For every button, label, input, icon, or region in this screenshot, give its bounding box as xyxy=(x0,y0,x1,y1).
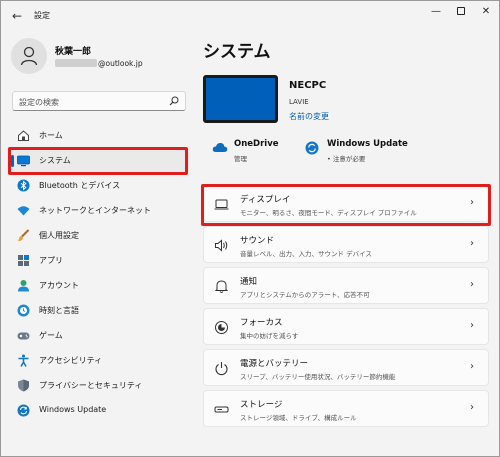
sidebar-item-label: アカウント xyxy=(39,281,79,290)
sidebar-item-label: アプリ xyxy=(39,256,63,265)
card-notifications[interactable]: 通知 アプリとシステムからのアラート、応答不可 › xyxy=(203,267,489,304)
page-title: システム xyxy=(203,42,271,62)
sidebar-item-accounts[interactable]: アカウント xyxy=(9,273,189,298)
sync-icon xyxy=(305,141,319,155)
email-redaction xyxy=(55,59,97,67)
maximize-icon xyxy=(457,7,465,15)
card-power-battery[interactable]: 電源とバッテリー スリープ、バッテリー使用状況、バッテリー節約機能 › xyxy=(203,349,489,386)
highlight-box-system xyxy=(8,147,188,175)
card-subtitle: 集中の妨げを減らす xyxy=(240,332,299,340)
card-title: フォーカス xyxy=(240,318,283,328)
card-subtitle: スリープ、バッテリー使用状況、バッテリー節約機能 xyxy=(240,373,396,381)
globe-clock-icon xyxy=(17,304,30,317)
bluetooth-icon xyxy=(17,179,30,192)
chevron-right-icon: › xyxy=(470,279,474,290)
rename-link[interactable]: 名前の変更 xyxy=(289,111,329,122)
card-title: ストレージ xyxy=(240,400,283,410)
apps-icon xyxy=(18,255,29,266)
minimize-button[interactable]: — xyxy=(425,4,447,20)
device-model: LAVIE xyxy=(289,98,309,106)
windows-update-status: • 注意が必要 xyxy=(327,155,366,163)
focus-icon xyxy=(215,321,228,334)
chevron-right-icon: › xyxy=(470,361,474,372)
search-icon xyxy=(169,96,179,106)
brush-icon xyxy=(18,229,30,242)
sidebar-item-accessibility[interactable]: アクセシビリティ xyxy=(9,348,189,373)
onedrive-status: 管理 xyxy=(234,155,247,163)
sidebar-item-gaming[interactable]: ゲーム xyxy=(9,323,189,348)
speaker-icon xyxy=(215,239,228,252)
highlight-box-display xyxy=(201,184,491,226)
account-icon xyxy=(18,280,29,292)
sidebar-item-label: 個人用設定 xyxy=(39,231,79,240)
gamepad-icon xyxy=(17,332,30,340)
maximize-button[interactable] xyxy=(450,4,472,20)
search-placeholder: 設定の検索 xyxy=(19,98,59,107)
chevron-right-icon: › xyxy=(470,320,474,331)
card-subtitle: 音量レベル、出力、入力、サウンド デバイス xyxy=(240,250,372,258)
sidebar-item-time-language[interactable]: 時刻と言語 xyxy=(9,298,189,323)
wifi-icon xyxy=(17,206,30,216)
sidebar-item-bluetooth[interactable]: Bluetooth とデバイス xyxy=(9,173,189,198)
bell-icon xyxy=(214,280,229,293)
title-bar: ← 設定 — ✕ xyxy=(1,1,499,31)
card-sound[interactable]: サウンド 音量レベル、出力、入力、サウンド デバイス › xyxy=(203,226,489,263)
settings-window: ← 設定 — ✕ 秋葉一郎 @outlook.jp 設定の検索 ホーム システム xyxy=(0,0,500,457)
card-focus[interactable]: フォーカス 集中の妨げを減らす › xyxy=(203,308,489,345)
shield-icon xyxy=(18,379,29,392)
sidebar-item-label: ホーム xyxy=(39,131,63,140)
sidebar-item-windows-update[interactable]: Windows Update xyxy=(9,398,189,423)
accessibility-icon xyxy=(18,354,29,367)
app-title: 設定 xyxy=(34,11,50,20)
card-subtitle: ストレージ領域、ドライブ、構成ルール xyxy=(240,414,357,422)
avatar[interactable] xyxy=(11,38,47,74)
sidebar-item-label: アクセシビリティ xyxy=(39,356,103,365)
close-button[interactable]: ✕ xyxy=(475,4,497,20)
back-button[interactable]: ← xyxy=(7,7,27,25)
card-subtitle: アプリとシステムからのアラート、応答不可 xyxy=(240,291,370,299)
sidebar-item-label: プライバシーとセキュリティ xyxy=(39,381,143,390)
sidebar-item-privacy[interactable]: プライバシーとセキュリティ xyxy=(9,373,189,398)
sync-icon xyxy=(17,404,30,417)
device-name: NECPC xyxy=(289,80,327,91)
chevron-right-icon: › xyxy=(470,238,474,249)
user-email: @outlook.jp xyxy=(55,59,143,68)
home-icon xyxy=(18,130,29,141)
power-icon xyxy=(215,362,228,376)
card-title: サウンド xyxy=(240,236,275,246)
sidebar-item-label: Bluetooth とデバイス xyxy=(39,181,121,190)
onedrive-title[interactable]: OneDrive xyxy=(234,139,279,149)
sidebar-item-label: Windows Update xyxy=(39,405,107,414)
search-input[interactable]: 設定の検索 xyxy=(12,91,186,111)
storage-icon xyxy=(214,406,229,413)
sidebar-item-network[interactable]: ネットワークとインターネット xyxy=(9,198,189,223)
sidebar-item-personalization[interactable]: 個人用設定 xyxy=(9,223,189,248)
sidebar-item-home[interactable]: ホーム xyxy=(9,123,189,148)
windows-update-title[interactable]: Windows Update xyxy=(327,139,408,149)
email-domain: @outlook.jp xyxy=(98,59,143,68)
card-storage[interactable]: ストレージ ストレージ領域、ドライブ、構成ルール › xyxy=(203,390,489,427)
sidebar-item-label: ゲーム xyxy=(39,331,63,340)
card-title: 電源とバッテリー xyxy=(240,359,309,369)
device-image xyxy=(203,75,278,123)
sidebar-item-apps[interactable]: アプリ xyxy=(9,248,189,273)
user-name: 秋葉一郎 xyxy=(55,47,92,57)
chevron-right-icon: › xyxy=(470,402,474,413)
cloud-icon xyxy=(212,142,228,152)
sidebar-item-label: ネットワークとインターネット xyxy=(39,206,151,215)
card-title: 通知 xyxy=(240,277,258,287)
person-icon xyxy=(20,46,38,66)
sidebar-item-label: 時刻と言語 xyxy=(39,306,79,315)
